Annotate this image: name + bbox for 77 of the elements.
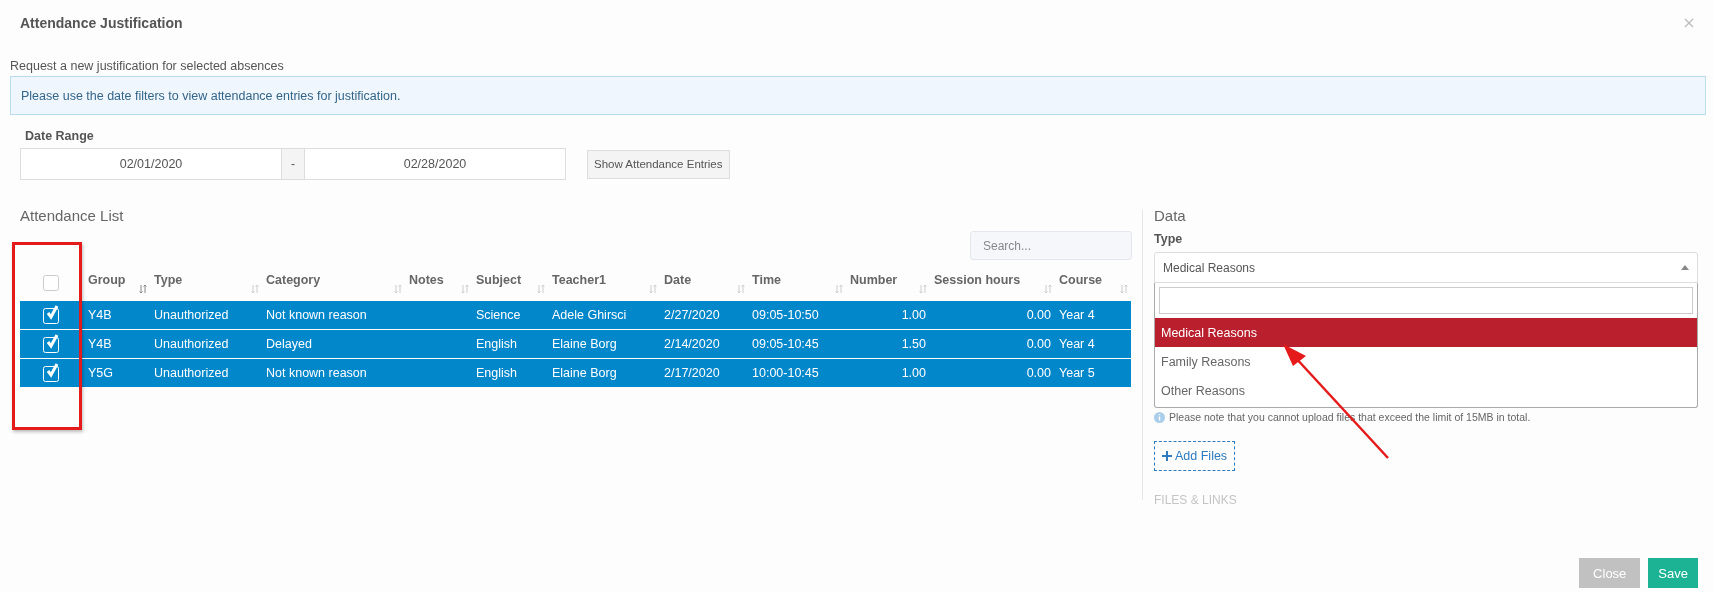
checkbox[interactable] (43, 272, 62, 292)
table-cell: 0.00 (1026, 307, 1051, 322)
files-links-heading: FILES & LINKS (1154, 493, 1238, 507)
column-header[interactable]: Course (1059, 272, 1103, 291)
info-message: Please use the date filters to view attendance entries for justification. (10, 76, 1706, 115)
table-cell: 2/27/2020 (664, 307, 720, 322)
column-header[interactable]: Subject (476, 272, 522, 291)
sort-icon[interactable] (835, 283, 843, 294)
column-header[interactable]: Group (88, 272, 126, 291)
show-entries-button[interactable]: Show Attendance Entries (587, 149, 730, 179)
sort-icon[interactable] (139, 283, 147, 294)
table-cell: 09:05-10:45 (752, 336, 819, 351)
sort-icon[interactable] (1120, 283, 1128, 294)
table-cell: English (476, 336, 517, 351)
section-title: Attendance List (20, 207, 125, 224)
column-header[interactable]: Type (154, 272, 183, 291)
dropdown-search-field[interactable] (1159, 287, 1693, 314)
column-header[interactable]: Category (266, 272, 321, 291)
subtitle: Request a new justification for selected absences (10, 59, 285, 73)
table-cell: Unauthorized (154, 336, 229, 351)
table-cell: 2/14/2020 (664, 336, 720, 351)
table-cell: Year 4 (1059, 336, 1095, 351)
table-cell: 1.50 (901, 336, 926, 351)
table-cell: 10:00-10:45 (752, 365, 819, 380)
table-cell: Elaine Borg (552, 365, 617, 380)
table-cell: Unauthorized (154, 307, 229, 322)
table-cell: 1.00 (901, 365, 926, 380)
table-cell: 0.00 (1026, 336, 1051, 351)
table-cell: Y4B (88, 307, 112, 322)
checkbox[interactable] (43, 334, 62, 353)
column-header[interactable]: Number (850, 272, 898, 291)
sort-icon[interactable] (1044, 283, 1052, 294)
plus-icon (1162, 451, 1172, 461)
table-cell: Delayed (266, 336, 312, 351)
info-icon (1154, 411, 1165, 423)
table-cell: 1.00 (901, 307, 926, 322)
table-row[interactable]: Y4B Unauthorized Not known reason Science Adele Ghirsci 2/27/2020 09:05-10:50 1.00 0.00 Year 4 (20, 300, 1131, 329)
checkbox[interactable] (43, 305, 62, 324)
column-header[interactable]: Session hours (934, 272, 1021, 291)
column-header[interactable]: Notes (409, 272, 444, 291)
table-cell: Not known reason (266, 307, 367, 322)
table-cell: Unauthorized (154, 365, 229, 380)
section-title: Data (1154, 207, 1187, 224)
column-header[interactable]: Time (752, 272, 781, 291)
date-range-field[interactable]: 02/01/2020 - 02/28/2020 (20, 148, 566, 180)
table-cell: Elaine Borg (552, 336, 617, 351)
close-icon[interactable] (1684, 18, 1694, 28)
column-header[interactable]: Teacher1 (552, 272, 606, 291)
table-cell: English (476, 365, 517, 380)
table-cell: Not known reason (266, 365, 367, 380)
search-field[interactable]: Search... (970, 231, 1132, 260)
table-cell: Year 5 (1059, 365, 1095, 380)
table-cell: Year 4 (1059, 307, 1095, 322)
table-cell: Science (476, 307, 521, 322)
sort-icon[interactable] (649, 283, 657, 294)
dropdown-option[interactable]: Medical Reasons (1155, 318, 1697, 347)
type-label: Type (1154, 232, 1184, 246)
table-cell: Y4B (88, 336, 112, 351)
sort-icon[interactable] (919, 283, 927, 294)
table-cell: 09:05-10:50 (752, 307, 819, 322)
add-files-button[interactable]: Add Files (1154, 441, 1236, 471)
table-cell: Adele Ghirsci (552, 307, 627, 322)
type-select[interactable]: Medical Reasons (1154, 252, 1698, 283)
sort-icon[interactable] (537, 283, 545, 294)
date-range-label: Date Range (25, 129, 95, 143)
sort-icon[interactable] (461, 283, 469, 294)
table-row[interactable]: Y5G Unauthorized Not known reason English Elaine Borg 2/17/2020 10:00-10:45 1.00 0.00 Year 5 (20, 358, 1131, 387)
checkbox[interactable] (43, 363, 62, 383)
dialog-title: Attendance Justification (20, 15, 183, 31)
sort-icon[interactable] (737, 283, 745, 294)
table-cell: 0.00 (1026, 365, 1051, 380)
table-row[interactable]: Y4B Unauthorized Delayed English Elaine Borg 2/14/2020 09:05-10:45 1.50 0.00 Year 4 (20, 329, 1131, 358)
sort-icon[interactable] (394, 283, 402, 294)
column-header[interactable]: Date (664, 272, 692, 291)
table-cell: Y5G (88, 365, 113, 380)
table-cell: 2/17/2020 (664, 365, 720, 380)
sort-icon[interactable] (251, 283, 259, 294)
